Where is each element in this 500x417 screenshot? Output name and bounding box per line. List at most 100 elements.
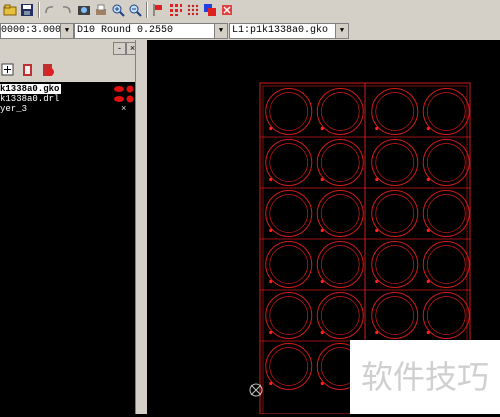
drill-hole	[375, 228, 379, 233]
drill-hole	[320, 228, 324, 233]
camera-icon[interactable]	[76, 2, 92, 18]
pad-outer-ring	[316, 292, 364, 339]
layer-name: k1338a0.gko	[0, 84, 62, 94]
pad-inner-ring	[426, 143, 466, 182]
aperture-value: D10 Round 0.2550	[77, 25, 174, 36]
pad-outer-ring	[422, 292, 470, 339]
dots-icon[interactable]	[185, 2, 201, 18]
aperture-select[interactable]: D10 Round 0.2550 ▼	[74, 23, 228, 39]
pad-outer-ring	[265, 292, 313, 339]
flag-icon[interactable]	[150, 2, 166, 18]
pad-outer-ring	[265, 190, 313, 237]
pad-inner-ring	[320, 143, 360, 182]
pad-inner-ring	[269, 92, 309, 131]
layer-row[interactable]: yer_3 ×	[0, 104, 135, 114]
drill-hole	[426, 228, 430, 233]
drill-hole	[320, 381, 324, 386]
drill-hole	[320, 330, 324, 335]
pad-inner-ring	[426, 245, 466, 284]
pad-outer-ring	[422, 139, 470, 186]
pad-outer-ring	[422, 190, 470, 237]
layer-panel-tools	[0, 56, 140, 83]
watermark: 软件技巧	[350, 340, 500, 414]
pad-outer-ring	[316, 139, 364, 186]
pad-inner-ring	[426, 92, 466, 131]
drill-hole	[426, 330, 430, 335]
pad-inner-ring	[269, 347, 309, 386]
delete-icon[interactable]	[219, 2, 235, 18]
chevron-down-icon[interactable]: ▼	[214, 24, 227, 38]
pad-inner-ring	[269, 143, 309, 182]
pad-outer-ring	[371, 292, 419, 339]
pad-inner-ring	[269, 296, 309, 335]
pad-inner-ring	[375, 296, 415, 335]
drill-hole	[375, 279, 379, 284]
pad-outer-ring	[265, 88, 313, 135]
pad-outer-ring	[265, 241, 313, 288]
drill-hole	[269, 177, 273, 182]
drill-hole	[375, 177, 379, 182]
pad-inner-ring	[375, 143, 415, 182]
pad-outer-ring	[316, 88, 364, 135]
drill-hole	[320, 177, 324, 182]
layer-value: L1:p1k1338a0.gko	[232, 25, 329, 36]
pad-outer-ring	[422, 88, 470, 135]
drill-hole	[269, 228, 273, 233]
layer-row[interactable]: k1338a0.gko	[0, 84, 135, 94]
pad-inner-ring	[375, 245, 415, 284]
layer-row[interactable]: k1338a0.drl	[0, 94, 135, 104]
print-icon[interactable]	[93, 2, 109, 18]
undo-icon[interactable]	[42, 2, 58, 18]
zoom-out-icon[interactable]	[127, 2, 143, 18]
drill-hole	[426, 177, 430, 182]
main-toolbar	[0, 0, 500, 21]
layers-color-icon[interactable]	[202, 2, 218, 18]
pad-inner-ring	[375, 92, 415, 131]
layer-select[interactable]: L1:p1k1338a0.gko ▼	[229, 23, 349, 39]
add-layer-icon[interactable]	[0, 62, 16, 78]
zoom-in-icon[interactable]	[110, 2, 126, 18]
pad-inner-ring	[269, 245, 309, 284]
drill-hole	[269, 381, 273, 386]
minimize-button[interactable]: -	[113, 42, 126, 55]
remove-layer-icon[interactable]	[40, 62, 56, 78]
pad-outer-ring	[422, 241, 470, 288]
coordinate-value: 0000:3.0000	[1, 25, 68, 36]
open-icon[interactable]	[2, 2, 18, 18]
pad-inner-ring	[320, 245, 360, 284]
pad-inner-ring	[320, 194, 360, 233]
pad-outer-ring	[316, 190, 364, 237]
pad-outer-ring	[265, 343, 313, 390]
drill-hole	[375, 126, 379, 131]
pad-outer-ring	[265, 139, 313, 186]
layer-name: yer_3	[0, 104, 28, 114]
chevron-down-icon[interactable]: ▼	[60, 24, 73, 38]
pad-outer-ring	[316, 241, 364, 288]
pad-outer-ring	[371, 139, 419, 186]
pad-outer-ring	[371, 241, 419, 288]
layer-book-icon[interactable]	[20, 62, 36, 78]
pad-inner-ring	[269, 194, 309, 233]
status-toolbar: 0000:3.0000 ▼ D10 Round 0.2550 ▼ L1:p1k1…	[0, 20, 500, 41]
coordinate-field[interactable]: 0000:3.0000 ▼	[0, 23, 74, 39]
drill-hole	[320, 279, 324, 284]
layer-name: k1338a0.drl	[0, 94, 60, 104]
pad-outer-ring	[371, 190, 419, 237]
redo-icon[interactable]	[58, 2, 74, 18]
grid-icon[interactable]	[168, 2, 184, 18]
drill-hole	[320, 126, 324, 131]
layer-hidden-icon[interactable]: ×	[121, 104, 126, 114]
layer-list: k1338a0.gko k1338a0.drl yer_3 ×	[0, 82, 135, 414]
drill-hole	[269, 126, 273, 131]
pad-outer-ring	[371, 88, 419, 135]
drill-hole	[426, 279, 430, 284]
pad-inner-ring	[426, 296, 466, 335]
pad-inner-ring	[320, 296, 360, 335]
save-icon[interactable]	[19, 2, 35, 18]
drill-hole	[269, 279, 273, 284]
drill-hole	[375, 330, 379, 335]
layer-panel-header: - ×	[0, 40, 140, 56]
drill-hole	[269, 330, 273, 335]
chevron-down-icon[interactable]: ▼	[335, 24, 348, 38]
pad-inner-ring	[320, 92, 360, 131]
